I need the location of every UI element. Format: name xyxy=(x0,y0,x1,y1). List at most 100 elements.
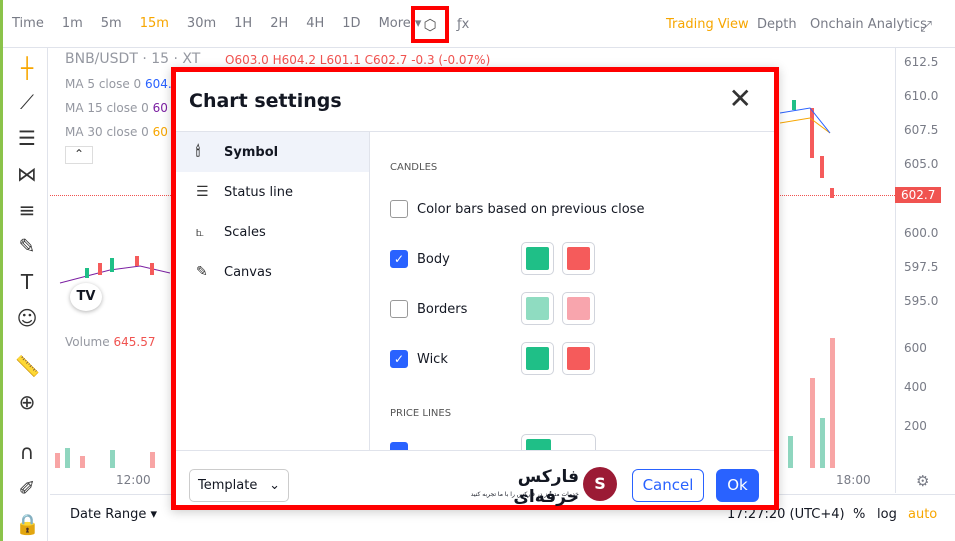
candle-icon: 🕯 xyxy=(196,144,200,160)
pattern-icon[interactable]: ⋈ xyxy=(15,162,39,186)
settings-gear-icon[interactable]: ⬡ xyxy=(411,6,449,43)
color-bars-checkbox[interactable] xyxy=(390,200,408,218)
onchain-tab[interactable]: Onchain Analytics xyxy=(810,17,927,32)
price-tick: 612.5 xyxy=(904,55,939,69)
percent-toggle[interactable]: % xyxy=(853,507,865,522)
price-tick: 597.5 xyxy=(904,260,939,274)
wick-checkbox[interactable]: ✓ xyxy=(390,350,408,368)
interval-time[interactable]: Time xyxy=(12,16,44,31)
body-down-color-swatch[interactable] xyxy=(562,242,595,275)
magnet-icon[interactable]: ∩ xyxy=(15,440,39,464)
logo-text: فارکس حرفه‌ای xyxy=(513,467,579,507)
horizontal-lines-icon[interactable]: ☰ xyxy=(15,126,39,150)
logo-sub: خدمات متمایز در فارکس را با ما تجربه کنی… xyxy=(470,491,579,498)
tab-label: Canvas xyxy=(224,264,272,280)
borders-up-color-swatch[interactable] xyxy=(521,292,554,325)
price-axis[interactable]: 612.5 610.0 607.5 605.0 600.0 597.5 595.… xyxy=(895,48,955,493)
cancel-button[interactable]: Cancel xyxy=(632,469,704,502)
template-label: Template xyxy=(198,478,258,493)
fullscreen-icon[interactable]: ⤢ xyxy=(920,17,932,35)
time-label-1200: 12:00 xyxy=(116,473,151,487)
ma30-line xyxy=(779,117,831,134)
borders-label: Borders xyxy=(417,301,468,317)
price-lines-header: PRICE LINES xyxy=(390,408,452,419)
drawing-toolbar: ┼ ⟋ ☰ ⋈ ≡ ✎ T ☺ 📏 ⊕ ∩ ✐ 🔒 xyxy=(3,48,48,541)
tab-scales[interactable]: ⦜ Scales xyxy=(176,212,369,252)
interval-30m[interactable]: 30m xyxy=(187,16,216,31)
symbol-settings-pane: CANDLES Color bars based on previous clo… xyxy=(390,132,770,450)
dialog-title: Chart settings xyxy=(189,90,342,112)
price-tick: 610.0 xyxy=(904,89,939,103)
axis-settings-icon[interactable]: ⚙ xyxy=(916,472,929,490)
interval-1h[interactable]: 1H xyxy=(234,16,252,31)
last-price-tag: 602.7 xyxy=(895,187,942,203)
brush-icon[interactable]: ✎ xyxy=(15,234,39,258)
trendline-icon[interactable]: ⟋ xyxy=(15,90,39,114)
lock-drawing-icon[interactable]: ✐ xyxy=(15,476,39,500)
date-range-button[interactable]: Date Range ▾ xyxy=(70,507,157,522)
zoom-icon[interactable]: ⊕ xyxy=(15,390,39,414)
emoji-icon[interactable]: ☺ xyxy=(15,306,39,330)
logo-mark: S xyxy=(583,467,617,501)
candles-header: CANDLES xyxy=(390,162,438,173)
borders-down-color-swatch[interactable] xyxy=(562,292,595,325)
wick-row[interactable]: ✓ Wick xyxy=(390,350,448,368)
interval-15m[interactable]: 15m xyxy=(140,16,169,31)
settings-tabs: 🕯 Symbol ☰ Status line ⦜ Scales ✎ Canvas xyxy=(176,132,370,450)
volume-tick: 200 xyxy=(904,419,927,433)
price-line-color-swatch[interactable] xyxy=(521,434,596,450)
time-label-1800: 18:00 xyxy=(836,473,871,487)
interval-1d[interactable]: 1D xyxy=(342,16,360,31)
tab-symbol[interactable]: 🕯 Symbol xyxy=(176,132,369,172)
body-row[interactable]: ✓ Body xyxy=(390,250,450,268)
body-checkbox[interactable]: ✓ xyxy=(390,250,408,268)
wick-up-color-swatch[interactable] xyxy=(521,342,554,375)
interval-5m[interactable]: 5m xyxy=(101,16,122,31)
text-icon[interactable]: T xyxy=(15,270,39,294)
ma5-line xyxy=(779,107,831,134)
price-tick: 595.0 xyxy=(904,294,939,308)
tab-label: Status line xyxy=(224,184,294,200)
scales-icon: ⦜ xyxy=(196,224,204,240)
interval-1m[interactable]: 1m xyxy=(62,16,83,31)
candles-right xyxy=(792,100,834,198)
depth-tab[interactable]: Depth xyxy=(757,17,797,32)
ok-button[interactable]: Ok xyxy=(716,469,759,502)
log-toggle[interactable]: log xyxy=(877,507,897,522)
dialog-footer: Template ⌄ فارکس حرفه‌ای خدمات متمایز در … xyxy=(176,450,774,510)
tradingview-logo[interactable]: TV xyxy=(70,283,102,311)
close-icon[interactable]: ✕ xyxy=(729,82,752,115)
tab-label: Scales xyxy=(224,224,266,240)
tab-status-line[interactable]: ☰ Status line xyxy=(176,172,369,212)
body-up-color-swatch[interactable] xyxy=(521,242,554,275)
indicators-button[interactable]: ƒx xyxy=(457,17,469,32)
crosshair-icon[interactable]: ┼ xyxy=(15,56,39,80)
color-bars-row[interactable]: Color bars based on previous close xyxy=(390,200,644,218)
status-line-icon: ☰ xyxy=(196,184,209,200)
interval-4h[interactable]: 4H xyxy=(306,16,324,31)
fib-icon[interactable]: ≡ xyxy=(15,198,39,222)
chart-settings-dialog: Chart settings ✕ 🕯 Symbol ☰ Status line ⦜ S… xyxy=(171,67,779,510)
tab-canvas[interactable]: ✎ Canvas xyxy=(176,252,369,292)
borders-row[interactable]: Borders xyxy=(390,300,467,318)
color-bars-label: Color bars based on previous close xyxy=(417,201,645,217)
wick-down-color-swatch[interactable] xyxy=(562,342,595,375)
trading-view-tab[interactable]: Trading View xyxy=(666,17,749,32)
auto-toggle[interactable]: auto xyxy=(908,507,937,522)
wick-label: Wick xyxy=(417,351,448,367)
volume-tick: 400 xyxy=(904,380,927,394)
body-label: Body xyxy=(417,251,450,267)
price-tick: 605.0 xyxy=(904,157,939,171)
borders-checkbox[interactable] xyxy=(390,300,408,318)
pencil-icon: ✎ xyxy=(196,264,208,280)
price-tick: 600.0 xyxy=(904,226,939,240)
price-line-row[interactable] xyxy=(390,442,417,450)
template-dropdown[interactable]: Template ⌄ xyxy=(189,469,289,502)
interval-2h[interactable]: 2H xyxy=(270,16,288,31)
price-tick: 607.5 xyxy=(904,123,939,137)
volume-tick: 600 xyxy=(904,341,927,355)
ruler-icon[interactable]: 📏 xyxy=(15,354,40,378)
lock-icon[interactable]: 🔒 xyxy=(15,512,40,536)
price-line-checkbox[interactable] xyxy=(390,442,408,450)
tab-label: Symbol xyxy=(224,144,279,160)
